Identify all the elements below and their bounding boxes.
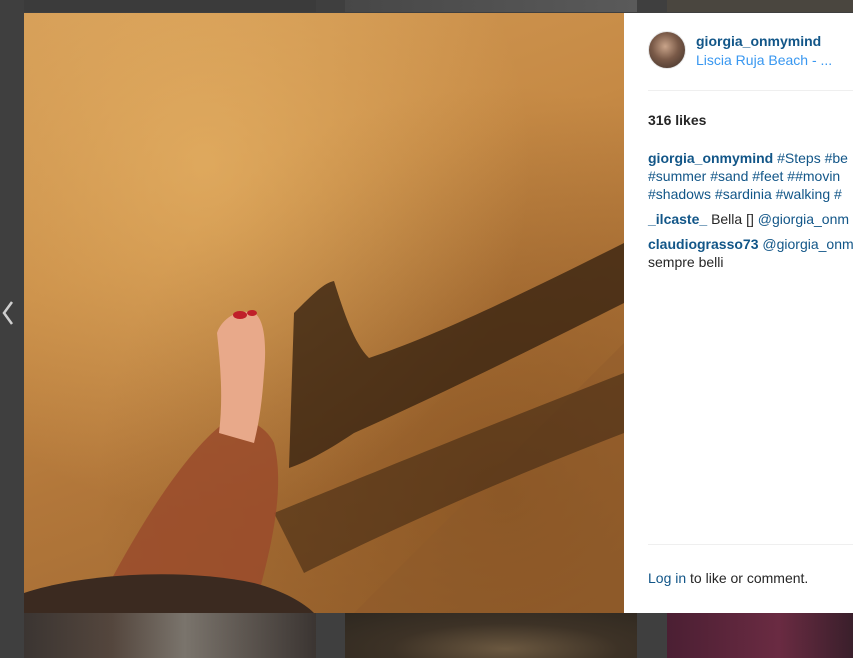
login-prompt-text: to like or comment. xyxy=(690,570,809,586)
login-prompt: Log in to like or comment. xyxy=(648,570,808,586)
background-thumbnail xyxy=(667,613,853,658)
background-thumbnail xyxy=(345,0,637,12)
comment-item: claudiograsso73 @giorgia_onm sempre bell… xyxy=(648,235,853,271)
comment-item: giorgia_onmymind #Steps #be #summer #san… xyxy=(648,149,853,203)
background-thumbnail xyxy=(667,0,853,12)
login-link[interactable]: Log in xyxy=(648,570,686,586)
avatar[interactable] xyxy=(648,31,686,69)
post-location[interactable]: Liscia Ruja Beach - ... xyxy=(696,52,832,68)
comment-hashtags[interactable]: #shadows #sardinia #walking # xyxy=(648,185,853,203)
comment-text: Bella [] xyxy=(711,211,754,227)
likes-count[interactable]: 316 likes xyxy=(648,112,706,128)
post-header: giorgia_onmymind Liscia Ruja Beach - ... xyxy=(648,31,853,71)
comments-list: giorgia_onmymind #Steps #be #summer #san… xyxy=(648,149,853,278)
beach-photo xyxy=(24,243,624,613)
comment-item: _ilcaste_ Bella [] @giorgia_onm xyxy=(648,210,853,228)
divider xyxy=(648,544,853,545)
background-thumbnail xyxy=(24,0,316,12)
post-photo[interactable] xyxy=(24,13,624,613)
comment-hashtags[interactable]: #summer #sand #feet ##movin xyxy=(648,167,853,185)
post-username[interactable]: giorgia_onmymind xyxy=(696,33,821,49)
comment-mention[interactable]: @giorgia_onm xyxy=(762,236,853,252)
post-sidebar: giorgia_onmymind Liscia Ruja Beach - ...… xyxy=(624,13,853,613)
comment-username[interactable]: _ilcaste_ xyxy=(648,211,707,227)
comment-username[interactable]: claudiograsso73 xyxy=(648,236,759,252)
background-thumbnail xyxy=(24,613,316,658)
previous-post-button[interactable] xyxy=(0,298,16,328)
comment-username[interactable]: giorgia_onmymind xyxy=(648,150,773,166)
post-modal: giorgia_onmymind Liscia Ruja Beach - ...… xyxy=(24,13,853,613)
comment-hashtags[interactable]: #Steps #be xyxy=(777,150,848,166)
comment-text: sempre belli xyxy=(648,254,724,270)
divider xyxy=(648,90,853,91)
chevron-left-icon xyxy=(2,301,14,325)
comment-mention[interactable]: @giorgia_onm xyxy=(758,211,849,227)
background-thumbnail xyxy=(345,613,637,658)
